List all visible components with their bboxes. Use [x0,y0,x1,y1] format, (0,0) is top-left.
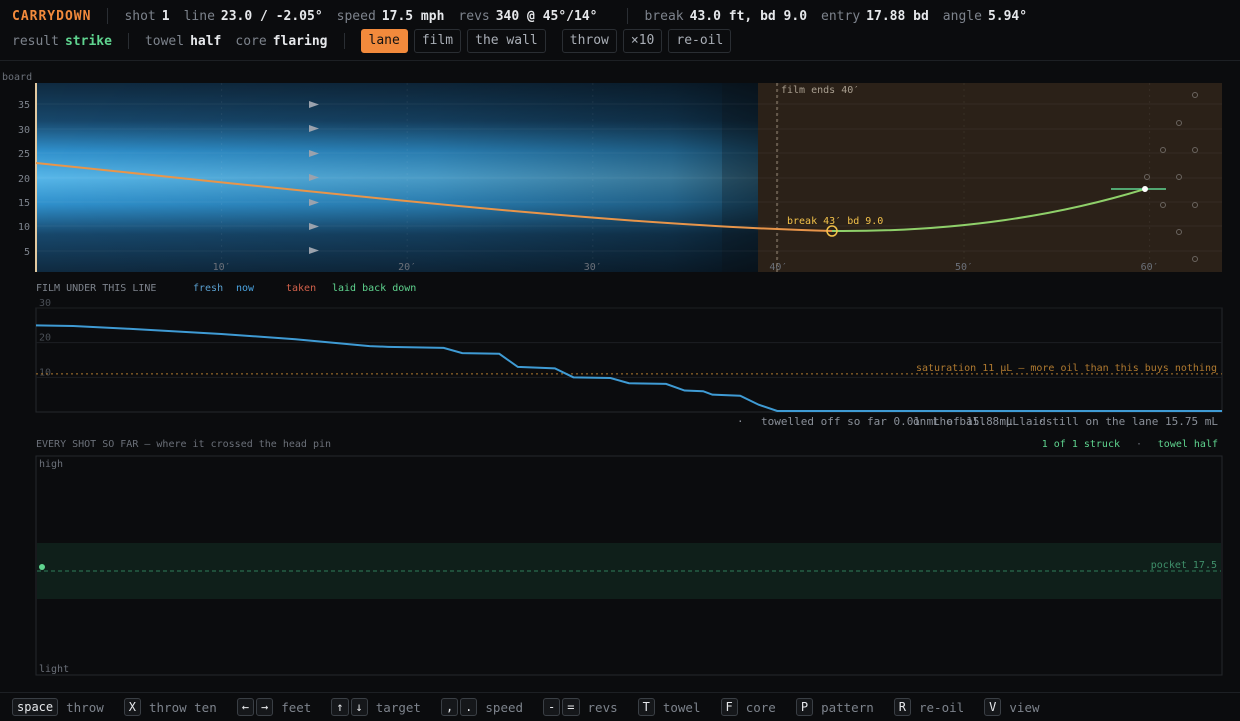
shortcut-label: core [745,699,776,715]
keyboard-help: space throw Xthrow ten ← → feet ↑ ↓ target,. spee… [0,692,1240,721]
key-cap: = [562,698,580,716]
shortcut-towel: Ttowel [637,698,721,716]
shortcut-label: speed [485,699,524,715]
key-cap: T [637,698,655,716]
shortcut-throw: space throw [12,698,124,716]
shot-point [39,564,45,570]
shortcut-label: towel [662,699,701,715]
high-label: high [39,459,63,470]
shortcut-label: re-oil [919,699,965,715]
key-cap: ↓ [350,698,368,716]
shots-chart: pocket 17.5 high light [35,455,1223,676]
key-cap: R [893,698,911,716]
pocket-label: pocket 17.5 [1151,560,1217,571]
key-cap: ← [236,698,254,716]
shortcut-label: throw [66,699,104,715]
shortcut-label: throw ten [149,699,217,715]
key-cap: , [440,698,459,716]
shortcut-pattern: Ppattern [795,698,894,716]
shortcut-label: revs [587,699,618,715]
key-cap: - [543,698,561,716]
shortcut-speed: ,. speed [440,698,543,716]
shortcut-label: pattern [821,699,874,715]
shortcut-throw-ten: Xthrow ten [123,698,237,716]
key-cap: . [460,698,478,716]
key-cap: → [255,698,274,716]
key-cap: P [795,698,814,716]
shortcut-core: Fcore [720,698,796,716]
key-cap: X [123,698,141,716]
shortcut-target: ↑ ↓ target [331,698,441,716]
shortcut-label: target [375,699,421,715]
shortcut-revs: - = revs [543,698,638,716]
key-cap: space [12,698,59,716]
light-label: light [39,664,69,675]
key-cap: F [720,698,738,716]
shortcut-re-oil: Rre-oil [893,698,984,716]
shortcut-label: view [1009,699,1040,715]
shortcut-label: feet [281,699,312,715]
shortcut-view: Vview [984,698,1059,716]
key-cap: ↑ [331,698,349,716]
shortcut-feet: ← → feet [236,698,332,716]
key-cap: V [984,698,1002,716]
